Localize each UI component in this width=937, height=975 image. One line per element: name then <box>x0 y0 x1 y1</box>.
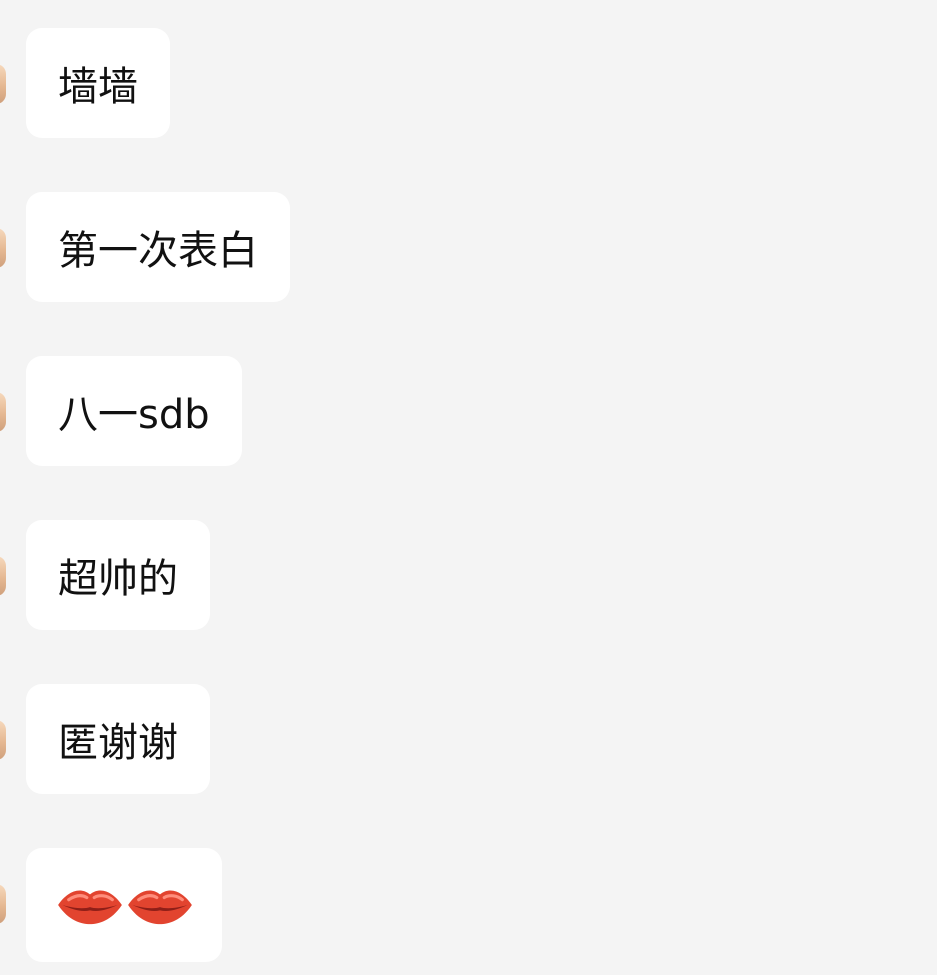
message-text: 匿谢谢 <box>58 720 178 766</box>
message-text: 八一sdb <box>58 392 210 438</box>
avatar[interactable] <box>0 720 6 760</box>
avatar[interactable] <box>0 556 6 596</box>
chat-message <box>0 848 937 962</box>
avatar[interactable] <box>0 884 6 924</box>
message-text: 第一次表白 <box>58 228 258 274</box>
avatar[interactable] <box>0 392 6 432</box>
message-text: 超帅的 <box>58 556 178 602</box>
message-bubble[interactable]: 匿谢谢 <box>26 684 210 794</box>
message-bubble[interactable]: 八一sdb <box>26 356 242 466</box>
message-bubble[interactable]: 墙墙 <box>26 28 170 138</box>
chat-message: 第一次表白 <box>0 192 937 304</box>
chat-message: 八一sdb <box>0 356 937 468</box>
message-text: 墙墙 <box>58 64 138 110</box>
message-bubble[interactable]: 第一次表白 <box>26 192 290 302</box>
message-bubble[interactable] <box>26 848 222 962</box>
chat-message: 匿谢谢 <box>0 684 937 796</box>
lips-icon <box>128 890 192 925</box>
chat-message-list: 墙墙 第一次表白 八一sdb 超帅的 匿谢谢 <box>0 0 937 975</box>
chat-message: 超帅的 <box>0 520 937 632</box>
message-bubble[interactable]: 超帅的 <box>26 520 210 630</box>
avatar[interactable] <box>0 64 6 104</box>
lips-icon <box>58 890 122 925</box>
chat-message: 墙墙 <box>0 28 937 140</box>
avatar[interactable] <box>0 228 6 268</box>
